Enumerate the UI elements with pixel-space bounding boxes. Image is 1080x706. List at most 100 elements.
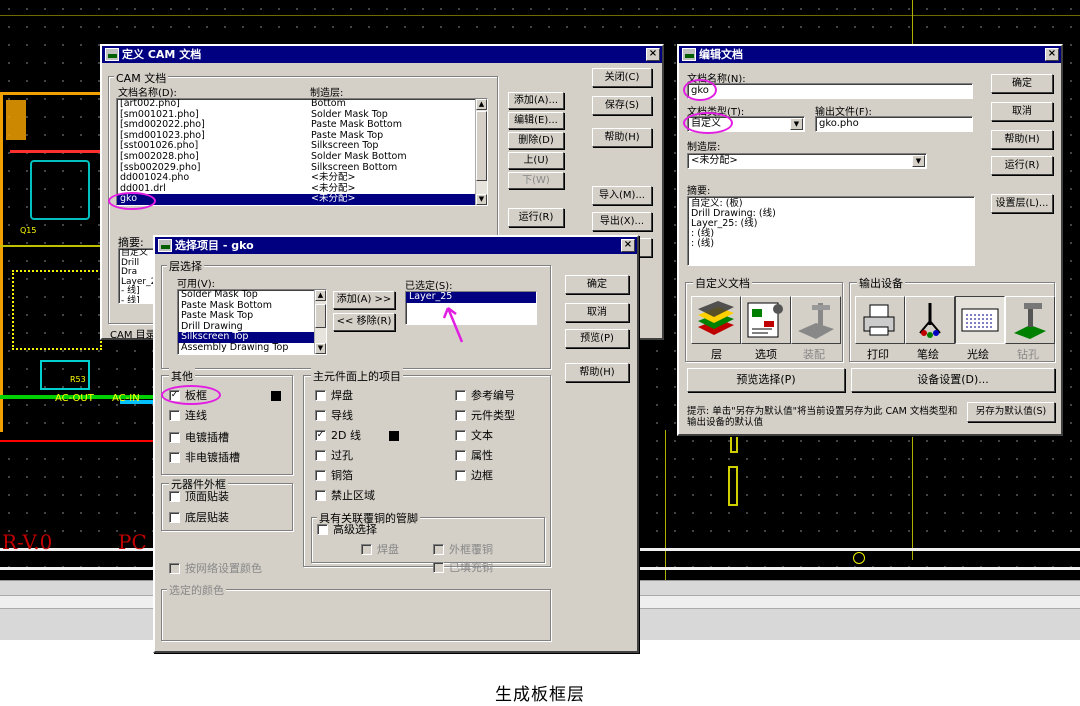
pen-plotter-icon[interactable] bbox=[905, 296, 955, 344]
list-item[interactable]: dd001024.pho <未分配> bbox=[117, 172, 487, 184]
list-item[interactable]: Solder Mask Top bbox=[178, 290, 326, 301]
available-layers-list[interactable]: Solder Mask Top Paste Mask Bottom Paste Ma… bbox=[177, 289, 327, 355]
file-name: [art002.pho] bbox=[120, 98, 180, 109]
printer-icon[interactable] bbox=[855, 296, 905, 344]
add-button[interactable]: 添加(A)... bbox=[508, 92, 564, 109]
out-file-input[interactable]: gko.pho bbox=[815, 116, 973, 132]
select-dialog-title: 选择项目 - gko bbox=[175, 239, 254, 252]
copper-checkbox[interactable]: 铜箔 bbox=[315, 469, 353, 482]
selected-label: 已选定(S): bbox=[405, 281, 453, 292]
photo-plotter-icon[interactable] bbox=[955, 296, 1005, 344]
via-checkbox[interactable]: 过孔 bbox=[315, 449, 353, 462]
nonplated-slot-checkbox[interactable]: 非电镀插槽 bbox=[169, 451, 240, 464]
select-dialog-titlebar[interactable]: 选择项目 - gko × bbox=[155, 237, 637, 254]
list-item[interactable]: gko <未分配> bbox=[117, 194, 487, 205]
edit-document-dialog[interactable]: 编辑文档 × 文档名称(N): gko 文档类型(T): 自定义 ▼ 输出文件(F)… bbox=[677, 44, 1063, 436]
cam-dialog-titlebar[interactable]: 定义 CAM 文档 × bbox=[102, 46, 662, 63]
close-icon[interactable]: × bbox=[1045, 48, 1059, 61]
cancel-button[interactable]: 取消 bbox=[565, 303, 629, 322]
edit-dialog-titlebar[interactable]: 编辑文档 × bbox=[679, 46, 1061, 63]
plated-slot-checkbox[interactable]: 电镀插槽 bbox=[169, 431, 229, 444]
cam-file-list[interactable]: [art002.pho] Bottom [sm001021.pho] Solder M… bbox=[116, 98, 488, 206]
edit-button[interactable]: 编辑(E)... bbox=[508, 112, 564, 129]
run-button[interactable]: 运行(R) bbox=[991, 156, 1053, 175]
ok-button[interactable]: 确定 bbox=[991, 74, 1053, 93]
cancel-button[interactable]: 取消 bbox=[991, 102, 1053, 121]
remove-layer-button[interactable]: << 移除(R) bbox=[333, 313, 395, 331]
assembly-icon[interactable] bbox=[791, 296, 841, 344]
pad-copper-checkbox[interactable]: 焊盘 bbox=[361, 543, 399, 556]
pcb-label: AC-OUT bbox=[55, 393, 94, 404]
device-setup-button[interactable]: 设备设置(D)... bbox=[851, 368, 1055, 392]
drill-icon[interactable] bbox=[1005, 296, 1055, 344]
close-button[interactable]: 关闭(C) bbox=[592, 68, 652, 87]
selected-layers-list[interactable]: Layer_25 bbox=[405, 291, 537, 325]
custom-doc-group-label: 自定义文档 bbox=[693, 275, 752, 291]
cam-dialog-title: 定义 CAM 文档 bbox=[122, 48, 202, 61]
up-button[interactable]: 上(U) bbox=[508, 152, 564, 169]
figure-caption: 生成板框层 bbox=[495, 685, 585, 705]
options-icon[interactable] bbox=[741, 296, 791, 344]
highlight-circle bbox=[108, 192, 156, 210]
help-button[interactable]: 帮助(H) bbox=[565, 363, 629, 382]
list-item[interactable]: dd001.drl <未分配> bbox=[117, 183, 487, 195]
summary-line: Layer_25: (线) bbox=[691, 218, 758, 229]
mfg-layer-select[interactable]: <未分配> ▼ bbox=[687, 153, 927, 169]
advanced-select-checkbox[interactable]: 高级选择 bbox=[317, 523, 377, 536]
cam-dir-label: CAM 目录 bbox=[110, 330, 156, 341]
help-button[interactable]: 帮助(H) bbox=[592, 128, 652, 147]
net-color-checkbox[interactable]: 按网络设置颜色 bbox=[169, 562, 262, 575]
file-name: [smd002022.pho] bbox=[120, 119, 205, 131]
close-icon[interactable]: × bbox=[621, 239, 635, 252]
trace-checkbox[interactable]: 导线 bbox=[315, 409, 353, 422]
color-swatch[interactable] bbox=[271, 391, 281, 401]
connection-checkbox[interactable]: 连线 bbox=[169, 409, 207, 422]
keepout-checkbox[interactable]: 禁止区域 bbox=[315, 489, 375, 502]
save-button[interactable]: 保存(S) bbox=[592, 96, 652, 115]
text-checkbox[interactable]: 文本 bbox=[455, 429, 493, 442]
outline-copper-checkbox[interactable]: 外框覆铜 bbox=[433, 543, 493, 556]
delete-button[interactable]: 删除(D) bbox=[508, 132, 564, 149]
run-button[interactable]: 运行(R) bbox=[508, 208, 564, 227]
layers-icon[interactable] bbox=[691, 296, 741, 344]
chevron-down-icon[interactable]: ▼ bbox=[790, 118, 803, 130]
top-mount-checkbox[interactable]: 顶面贴装 bbox=[169, 490, 229, 503]
scrollbar[interactable]: ▲ ▼ bbox=[314, 290, 326, 354]
other-group-label: 其他 bbox=[169, 368, 195, 384]
pad-checkbox[interactable]: 焊盘 bbox=[315, 389, 353, 402]
2d-line-checkbox[interactable]: ✓ 2D 线 bbox=[315, 429, 361, 442]
list-item[interactable]: Layer_25 bbox=[406, 292, 536, 303]
file-name: dd001024.pho bbox=[120, 172, 190, 184]
file-name: [sst001026.pho] bbox=[120, 140, 199, 152]
summary-line: : (线) bbox=[691, 228, 715, 239]
close-icon[interactable]: × bbox=[646, 48, 660, 61]
export-button[interactable]: 导出(X)... bbox=[592, 212, 652, 231]
select-items-dialog[interactable]: 选择项目 - gko × 层选择 可用(V): Solder Mask Top Pa… bbox=[153, 235, 639, 653]
border-checkbox[interactable]: 边框 bbox=[455, 469, 493, 482]
primary-items-group-label: 主元件面上的项目 bbox=[311, 368, 403, 384]
layer-setup-button[interactable]: 设置层(L)... bbox=[991, 194, 1053, 213]
chevron-down-icon[interactable]: ▼ bbox=[912, 155, 925, 167]
doc-name-input[interactable]: gko bbox=[687, 83, 973, 99]
preview-select-button[interactable]: 预览选择(P) bbox=[687, 368, 845, 392]
help-button[interactable]: 帮助(H) bbox=[991, 130, 1053, 149]
refdes-checkbox[interactable]: 参考编号 bbox=[455, 389, 515, 402]
save-default-button[interactable]: 另存为默认值(S) bbox=[967, 402, 1055, 422]
filled-copper-checkbox[interactable]: 已填充铜 bbox=[433, 561, 493, 574]
photo-label: 光绘 bbox=[967, 348, 989, 361]
attribute-checkbox[interactable]: 属性 bbox=[455, 449, 493, 462]
add-layer-button[interactable]: 添加(A) >> bbox=[333, 291, 395, 309]
file-name: [ssb002029.pho] bbox=[120, 161, 201, 173]
parttype-checkbox[interactable]: 元件类型 bbox=[455, 409, 515, 422]
import-button[interactable]: 导入(M)... bbox=[592, 186, 652, 205]
col-header-name: 文档名称(D): bbox=[118, 88, 177, 99]
list-item[interactable]: Assembly Drawing Top bbox=[178, 342, 326, 354]
app-icon bbox=[158, 239, 172, 252]
preview-button[interactable]: 预览(P) bbox=[565, 329, 629, 348]
scrollbar[interactable]: ▲ ▼ bbox=[475, 99, 487, 205]
down-button[interactable]: 下(W) bbox=[508, 172, 564, 189]
color-swatch[interactable] bbox=[389, 431, 399, 441]
ok-button[interactable]: 确定 bbox=[565, 275, 629, 294]
selected-color-group-label: 选定的颜色 bbox=[167, 582, 226, 598]
bottom-mount-checkbox[interactable]: 底层贴装 bbox=[169, 511, 229, 524]
